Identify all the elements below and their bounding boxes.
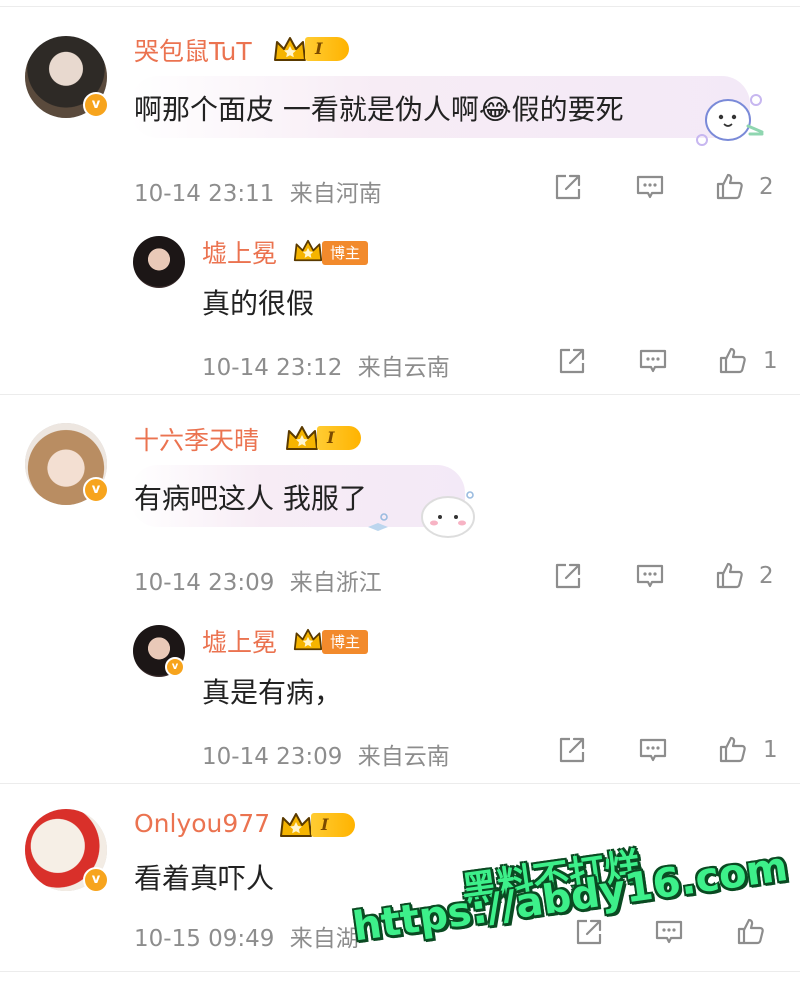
location: 来自河南: [289, 181, 382, 207]
share-icon[interactable]: [556, 345, 588, 377]
verified-badge-icon: v: [165, 657, 185, 677]
username[interactable]: Onlyou977: [134, 809, 270, 838]
timestamp: 10-14 23:11: [134, 181, 275, 207]
comment-text: 啊那个面皮 一看就是伪人啊😂假的要死: [134, 93, 624, 126]
username[interactable]: 哭包鼠TuT: [134, 32, 252, 68]
like-icon[interactable]: [735, 915, 767, 947]
blogger-badge: 博主: [322, 630, 369, 654]
divider: [0, 783, 800, 784]
reply-username[interactable]: 墟上冕: [202, 623, 277, 659]
divider: [0, 971, 800, 972]
like-icon[interactable]: [714, 559, 746, 591]
like-count: 1: [763, 348, 778, 374]
timestamp: 10-15 09:49: [134, 926, 275, 952]
like-icon[interactable]: [717, 733, 749, 765]
divider: [0, 6, 800, 7]
comment-icon[interactable]: [637, 345, 669, 377]
avatar[interactable]: v: [25, 36, 109, 118]
comment-icon[interactable]: [637, 734, 669, 766]
crown-icon: [279, 812, 313, 838]
level-badge: I: [317, 426, 361, 450]
avatar[interactable]: v: [25, 809, 109, 893]
reply-meta: 10-14 23:09 来自云南: [202, 737, 450, 771]
location: 来自湖: [289, 926, 359, 952]
share-icon[interactable]: [556, 734, 588, 766]
comment-item: v 十六季天晴 I 有病吧这人 我服了 10-14 23:09 来自浙江 2 v…: [0, 395, 800, 785]
like-count: 2: [759, 174, 774, 200]
location: 来自浙江: [289, 570, 382, 596]
reply-meta: 10-14 23:12 来自云南: [202, 348, 450, 382]
avatar[interactable]: [133, 236, 185, 288]
share-icon[interactable]: [573, 916, 605, 948]
timestamp: 10-14 23:09: [134, 570, 275, 596]
timestamp: 10-14 23:09: [202, 744, 343, 770]
timestamp: 10-14 23:12: [202, 355, 343, 381]
verified-badge-icon: v: [83, 867, 109, 893]
like-icon[interactable]: [714, 170, 746, 202]
like-count: 2: [759, 563, 774, 589]
avatar[interactable]: v: [133, 625, 185, 677]
crown-icon: [293, 239, 323, 262]
location: 来自云南: [357, 355, 450, 381]
verified-badge-icon: v: [83, 92, 109, 118]
like-count: 1: [763, 737, 778, 763]
comment-icon[interactable]: [634, 560, 666, 592]
comment-text: 看着真吓人: [134, 862, 275, 895]
level-badge: I: [311, 813, 355, 837]
sticker-icon: [696, 94, 764, 146]
verified-badge-icon: v: [83, 477, 109, 503]
crown-icon: [293, 628, 323, 651]
like-icon[interactable]: [717, 344, 749, 376]
crown-icon: [273, 36, 307, 62]
reply-text: 真是有病，: [202, 676, 343, 709]
comment-icon[interactable]: [634, 171, 666, 203]
comment-item: v 哭包鼠TuT I 啊那个面皮 一看就是伪人啊😂假的要死 10-14 23:1…: [0, 0, 800, 395]
avatar[interactable]: v: [25, 423, 109, 505]
share-icon[interactable]: [552, 171, 584, 203]
reply-username[interactable]: 墟上冕: [202, 234, 277, 270]
comment-meta: 10-14 23:11 来自河南: [134, 174, 382, 208]
comment-meta: 10-15 09:49 来自湖: [134, 919, 359, 953]
reply-text: 真的很假: [202, 287, 315, 320]
blogger-badge: 博主: [322, 241, 369, 265]
level-badge: I: [305, 37, 349, 61]
username[interactable]: 十六季天晴: [134, 421, 259, 457]
sticker-icon: [368, 491, 475, 538]
location: 来自云南: [357, 744, 450, 770]
comment-icon[interactable]: [653, 916, 685, 948]
crown-icon: [285, 425, 319, 451]
comment-text: 有病吧这人 我服了: [134, 482, 367, 515]
comment-meta: 10-14 23:09 来自浙江: [134, 563, 382, 597]
share-icon[interactable]: [552, 560, 584, 592]
